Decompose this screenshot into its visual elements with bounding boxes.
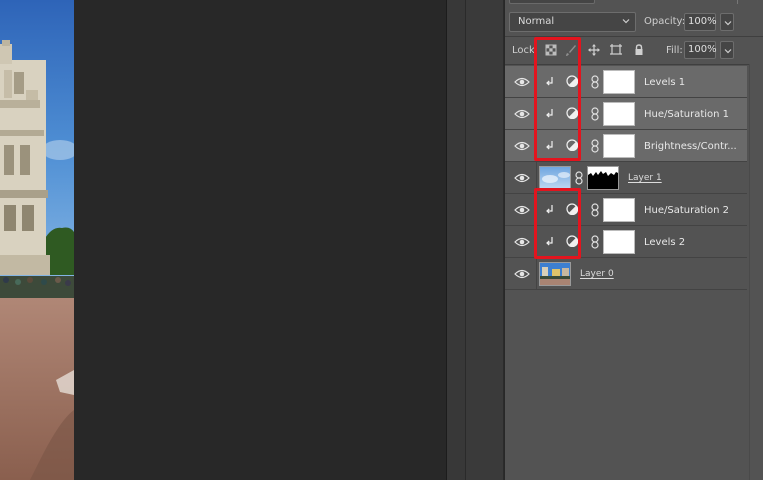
padlock-icon[interactable] xyxy=(632,43,646,57)
highlight-box-bottom xyxy=(534,188,581,259)
layers-scrollbar[interactable] xyxy=(749,64,763,480)
opacity-label: Opacity: xyxy=(644,16,686,27)
layer-mask-thumbnail[interactable] xyxy=(603,230,635,254)
layers-panel: Normal Opacity: 100% Lock: Fill: 100% Le… xyxy=(505,0,763,480)
layer-name[interactable]: Levels 2 xyxy=(644,237,685,248)
chevron-down-icon xyxy=(724,21,732,26)
layer-name[interactable]: Layer 1 xyxy=(628,173,662,183)
layer-name[interactable]: Levels 1 xyxy=(644,77,685,88)
layer-mask-thumbnail[interactable] xyxy=(603,134,635,158)
chain-icon[interactable] xyxy=(591,203,599,217)
blend-mode-dropdown[interactable]: Normal xyxy=(509,12,636,32)
fill-label: Fill: xyxy=(666,45,683,56)
highlight-box-top xyxy=(534,37,581,161)
blend-mode-value: Normal xyxy=(518,16,555,27)
chain-icon[interactable] xyxy=(591,75,599,89)
collapsed-dock xyxy=(447,0,465,480)
layer-mask-thumbnail[interactable] xyxy=(587,166,619,190)
artboard-icon[interactable] xyxy=(609,43,623,57)
row-border xyxy=(505,289,747,290)
layer-name[interactable]: Hue/Saturation 2 xyxy=(644,205,729,216)
row-divider xyxy=(536,258,537,290)
chevron-down-icon xyxy=(724,49,732,54)
filter-field[interactable] xyxy=(509,0,595,4)
eye-icon[interactable] xyxy=(514,140,530,152)
layer-name[interactable]: Brightness/Contr... xyxy=(644,141,737,152)
photoshop-window: Normal Opacity: 100% Lock: Fill: 100% Le… xyxy=(0,0,763,480)
canvas-image[interactable] xyxy=(0,0,74,480)
layer-name[interactable]: Hue/Saturation 1 xyxy=(644,109,729,120)
eye-icon[interactable] xyxy=(514,204,530,216)
opacity-field[interactable]: 100% xyxy=(684,13,717,31)
chevron-down-icon xyxy=(621,16,631,26)
canvas-pasteboard xyxy=(74,0,446,480)
eye-icon[interactable] xyxy=(514,76,530,88)
chain-icon[interactable] xyxy=(591,107,599,121)
layer-name[interactable]: Layer 0 xyxy=(580,269,614,279)
eye-icon[interactable] xyxy=(514,236,530,248)
chain-icon[interactable] xyxy=(591,235,599,249)
chain-icon[interactable] xyxy=(591,139,599,153)
layer-thumbnail[interactable] xyxy=(539,166,571,190)
panel-dock xyxy=(466,0,504,480)
move-icon[interactable] xyxy=(587,43,601,57)
fill-field[interactable]: 100% xyxy=(684,41,717,59)
opacity-dropdown-button[interactable] xyxy=(720,13,734,31)
layer-mask-thumbnail[interactable] xyxy=(603,70,635,94)
fill-dropdown-button[interactable] xyxy=(720,41,734,59)
eye-icon[interactable] xyxy=(514,268,530,280)
filter-toggle[interactable] xyxy=(737,0,749,4)
layer-row-layer-0[interactable]: Layer 0 xyxy=(505,258,747,290)
layer-mask-thumbnail[interactable] xyxy=(603,198,635,222)
layer-thumbnail[interactable] xyxy=(539,262,571,286)
eye-icon[interactable] xyxy=(514,172,530,184)
layer-mask-thumbnail[interactable] xyxy=(603,102,635,126)
chain-icon[interactable] xyxy=(575,171,583,185)
eye-icon[interactable] xyxy=(514,108,530,120)
